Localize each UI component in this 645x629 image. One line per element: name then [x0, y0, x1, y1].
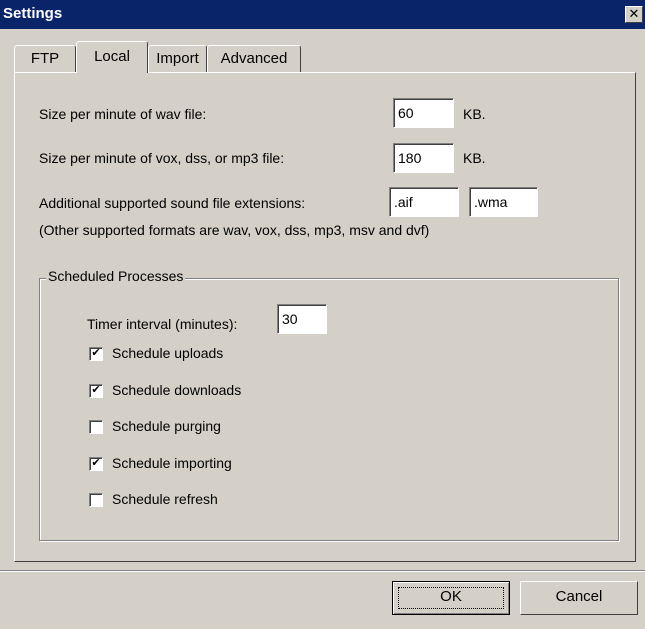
- wav-size-label: Size per minute of wav file:: [39, 106, 207, 122]
- vox-size-unit: KB.: [463, 150, 486, 166]
- group-title: Scheduled Processes: [46, 268, 186, 284]
- timer-interval-input[interactable]: 30: [277, 304, 327, 334]
- wav-size-unit: KB.: [463, 106, 486, 122]
- schedule-uploads-label[interactable]: Schedule uploads: [112, 345, 223, 361]
- extension-input-1[interactable]: .aif: [389, 187, 459, 217]
- vox-size-label: Size per minute of vox, dss, or mp3 file…: [39, 150, 285, 166]
- extensions-label: Additional supported sound file extensio…: [39, 195, 306, 211]
- formats-note: (Other supported formats are wav, vox, d…: [39, 222, 430, 238]
- schedule-uploads-checkbox[interactable]: ✔: [89, 347, 103, 361]
- vox-size-input[interactable]: 180: [393, 143, 454, 173]
- extension-input-2[interactable]: .wma: [469, 187, 538, 217]
- schedule-refresh-label[interactable]: Schedule refresh: [112, 491, 218, 507]
- schedule-downloads-checkbox[interactable]: ✔: [89, 384, 103, 398]
- wav-size-input[interactable]: 60: [393, 98, 454, 128]
- schedule-importing-checkbox[interactable]: ✔: [89, 457, 103, 471]
- schedule-purging-checkbox[interactable]: [89, 420, 103, 434]
- schedule-downloads-label[interactable]: Schedule downloads: [112, 382, 241, 398]
- schedule-refresh-checkbox[interactable]: [89, 493, 103, 507]
- timer-interval-label: Timer interval (minutes):: [87, 316, 238, 332]
- schedule-importing-label[interactable]: Schedule importing: [112, 455, 232, 471]
- schedule-purging-label[interactable]: Schedule purging: [112, 418, 221, 434]
